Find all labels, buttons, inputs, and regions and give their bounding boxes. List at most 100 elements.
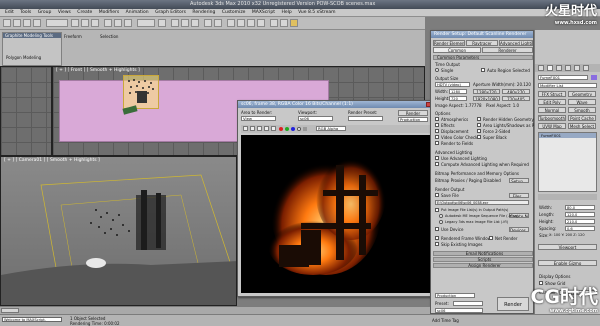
link-icon[interactable]	[23, 19, 31, 27]
scripts-rollout[interactable]: Scripts	[433, 257, 533, 262]
show-grid-checkbox[interactable]	[539, 281, 543, 285]
output-path-field[interactable]: E:\Output\sc06\sc06_0038.exr	[435, 200, 529, 205]
net-render-checkbox[interactable]	[489, 236, 493, 240]
object-color-swatch[interactable]	[591, 75, 597, 80]
add-time-tag[interactable]: Add Time Tag	[432, 318, 459, 323]
maxscript-listener[interactable]: Welcome to MAXScript.	[2, 317, 62, 322]
layer-icon[interactable]	[227, 19, 235, 27]
menu-vue[interactable]: Vue 8.5 xStream	[298, 9, 335, 17]
polygon-modeling-label[interactable]: Polygon Modeling	[6, 55, 41, 60]
align-icon[interactable]	[214, 19, 222, 27]
autodesk-me-radio[interactable]	[439, 214, 443, 218]
render-hidden-checkbox[interactable]	[477, 117, 481, 121]
render-to-fields-checkbox[interactable]	[435, 141, 439, 145]
display-tab-icon[interactable]	[574, 65, 580, 71]
menu-modifiers[interactable]: Modifiers	[99, 9, 120, 17]
utilities-tab-icon[interactable]	[583, 65, 589, 71]
pivot-icon[interactable]	[158, 19, 166, 27]
menu-edit[interactable]: Edit	[5, 9, 14, 17]
view-select[interactable]: sc06	[435, 308, 483, 313]
selection-filter-dropdown[interactable]	[46, 19, 68, 27]
move-icon[interactable]	[104, 19, 112, 27]
mesh-select-button[interactable]: Mesh Select	[568, 123, 596, 129]
height-input[interactable]: 720	[449, 96, 467, 101]
geometry-button[interactable]: Geometry	[568, 91, 596, 97]
create-tab-icon[interactable]	[538, 65, 544, 71]
common-parameters-header[interactable]: Common Parameters	[433, 55, 533, 60]
length-param-input[interactable]: 120.0	[565, 212, 595, 217]
output-size-select[interactable]: HDTV (video)	[435, 82, 470, 87]
viewport-camera[interactable]: [ + ] [ Camera01 ] [ Smooth + Highlights…	[0, 156, 237, 306]
width-input[interactable]: 1280	[449, 89, 467, 94]
smooth-button[interactable]: Smooth	[568, 107, 596, 113]
rectangle-selection-icon[interactable]	[91, 19, 99, 27]
use-advanced-lighting-checkbox[interactable]	[435, 156, 439, 160]
render-teapot-icon[interactable]	[290, 19, 298, 27]
select-object-icon[interactable]	[71, 19, 79, 27]
displacement-checkbox[interactable]	[435, 129, 439, 133]
channel-select[interactable]: RGB Alpha	[316, 126, 346, 131]
size-preset-4[interactable]: 720x405	[502, 96, 530, 101]
hierarchy-tab-icon[interactable]	[556, 65, 562, 71]
ffx-struct-button[interactable]: FFX Struct	[538, 91, 566, 97]
skip-existing-checkbox[interactable]	[435, 242, 439, 246]
size-preset-3[interactable]: 1920x1080	[473, 96, 500, 101]
undo-icon[interactable]	[3, 19, 11, 27]
uvw-map-button[interactable]: UVW Map	[538, 123, 566, 129]
freeform-tab[interactable]: Freeform	[64, 34, 82, 39]
production-mode-select[interactable]: Production	[435, 293, 475, 298]
super-black-checkbox[interactable]	[477, 135, 481, 139]
assign-renderer-rollout[interactable]: Assign Renderer	[433, 263, 533, 268]
turbosmooth-button[interactable]: Turbosmooth	[538, 115, 566, 121]
clear-icon[interactable]	[271, 126, 276, 131]
put-image-checkbox[interactable]	[435, 208, 439, 212]
files-button[interactable]: Files...	[509, 193, 529, 198]
devices-button[interactable]: Devices...	[509, 227, 529, 232]
menu-views[interactable]: Views	[58, 9, 71, 17]
enable-gizmo-button[interactable]: Enable Gizmo	[538, 260, 597, 266]
menu-tools[interactable]: Tools	[20, 9, 31, 17]
single-radio[interactable]	[435, 68, 439, 72]
area-to-render-select[interactable]: View	[241, 116, 276, 121]
selection-tab[interactable]: Selection	[100, 34, 118, 39]
angle-snap-icon[interactable]	[181, 19, 189, 27]
object-name-input[interactable]: FumeFX01	[538, 75, 588, 80]
red-channel-icon[interactable]	[279, 127, 283, 131]
menu-graph-editors[interactable]: Graph Editors	[155, 9, 186, 17]
save-file-checkbox[interactable]	[435, 193, 439, 197]
menu-help[interactable]: Help	[281, 9, 291, 17]
print-icon[interactable]	[264, 126, 269, 131]
copy-image-icon[interactable]	[250, 126, 255, 131]
modifier-stack[interactable]: FumeFX01	[538, 132, 597, 192]
percent-snap-icon[interactable]	[191, 19, 199, 27]
production-select[interactable]: Production	[398, 117, 428, 122]
menu-create[interactable]: Create	[77, 9, 92, 17]
redo-icon[interactable]	[13, 19, 21, 27]
rendered-frame-checkbox[interactable]	[435, 236, 439, 240]
edit-poly-button[interactable]: Edit Poly	[538, 99, 566, 105]
menu-animation[interactable]: Animation	[126, 9, 149, 17]
select-by-name-icon[interactable]	[81, 19, 89, 27]
modify-tab-icon[interactable]	[547, 65, 553, 71]
menu-customize[interactable]: Customize	[222, 9, 246, 17]
unlink-icon[interactable]	[33, 19, 41, 27]
tab-raytracer[interactable]: Raytracer	[466, 40, 498, 46]
rotate-icon[interactable]	[114, 19, 122, 27]
size-preset-1[interactable]: 1280x720	[473, 89, 500, 94]
effects-checkbox[interactable]	[435, 123, 439, 127]
material-editor-icon[interactable]	[257, 19, 265, 27]
save-image-icon[interactable]	[243, 126, 248, 131]
force-2-sided-checkbox[interactable]	[477, 129, 481, 133]
menu-rendering[interactable]: Rendering	[192, 9, 215, 17]
tab-render-elements[interactable]: Render Elements	[433, 40, 465, 46]
render-preset-select[interactable]	[348, 116, 383, 121]
viewport-top-left[interactable]	[0, 66, 52, 156]
modifier-list-select[interactable]: Modifier List	[538, 83, 597, 88]
render-setup-icon[interactable]	[270, 19, 278, 27]
schematic-icon[interactable]	[247, 19, 255, 27]
email-notifications-rollout[interactable]: Email Notifications	[433, 251, 533, 256]
curve-editor-icon[interactable]	[237, 19, 245, 27]
blue-channel-icon[interactable]	[291, 127, 295, 131]
auto-region-checkbox[interactable]	[481, 68, 485, 72]
compute-advanced-checkbox[interactable]	[435, 162, 439, 166]
